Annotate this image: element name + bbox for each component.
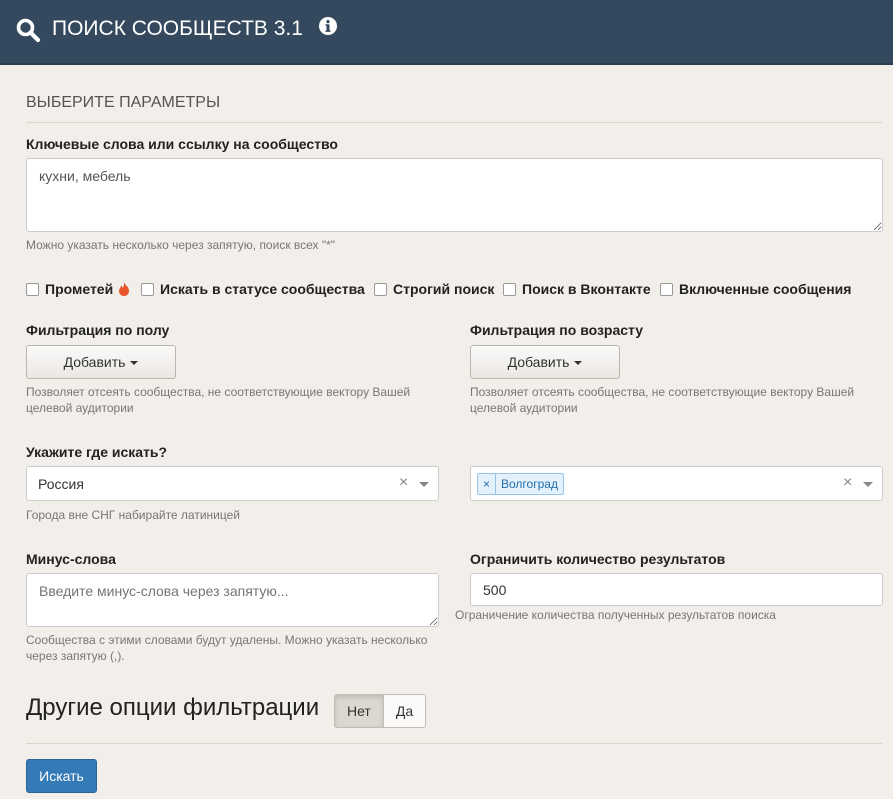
checkbox-box[interactable]	[141, 282, 154, 296]
gender-filter-help: Позволяет отсеять сообщества, не соответ…	[26, 385, 411, 415]
clear-icon[interactable]: ×	[843, 474, 852, 492]
city-tag-label: Волгоград	[501, 477, 558, 491]
checkbox-label: Искать в статусе сообщества	[160, 281, 365, 297]
chevron-down-icon[interactable]	[863, 482, 873, 487]
toggle-yes[interactable]: Да	[383, 694, 427, 728]
age-filter-label: Фильтрация по возрасту	[470, 322, 644, 338]
other-options-label: Другие опции фильтрации	[26, 694, 320, 721]
toggle-no[interactable]: Нет	[334, 694, 384, 728]
checkbox-label: Прометей	[45, 281, 114, 297]
country-select[interactable]: Россия ×	[26, 466, 439, 501]
remove-tag-icon[interactable]: ×	[478, 474, 497, 494]
gender-add-label: Добавить	[63, 354, 126, 370]
checkbox-enabled-messages[interactable]: Включенные сообщения	[660, 281, 851, 297]
divider	[26, 122, 882, 123]
caret-down-icon	[574, 361, 583, 365]
keywords-help: Можно указать несколько через запятую, п…	[26, 238, 336, 252]
search-icon	[16, 18, 41, 43]
checkbox-prometheus[interactable]: Прометей	[26, 281, 130, 297]
flame-icon	[119, 282, 130, 296]
city-tag: × Волгоград	[477, 473, 564, 495]
app-header: ПОИСК СООБЩЕСТВ 3.1	[0, 0, 893, 65]
checkbox-box[interactable]	[660, 282, 673, 296]
city-multiselect[interactable]: × Волгоград ×	[470, 466, 883, 501]
age-add-label: Добавить	[507, 354, 570, 370]
minus-words-label: Минус-слова	[26, 551, 116, 567]
limit-help: Ограничение количества полученных резуль…	[455, 608, 776, 622]
clear-icon[interactable]: ×	[399, 474, 408, 492]
chevron-down-icon[interactable]	[419, 482, 429, 487]
age-add-button[interactable]: Добавить	[470, 345, 620, 379]
country-value: Россия	[38, 476, 84, 492]
age-filter-help: Позволяет отсеять сообщества, не соответ…	[470, 385, 855, 415]
caret-down-icon	[130, 361, 139, 365]
checkbox-label: Включенные сообщения	[679, 281, 852, 297]
location-label: Укажите где искать?	[26, 444, 168, 460]
minus-words-help: Сообщества с этими словами будут удалены…	[26, 633, 428, 663]
checkbox-box[interactable]	[503, 282, 516, 296]
checkbox-box[interactable]	[26, 282, 39, 296]
other-options-toggle: Нет Да	[334, 694, 427, 728]
page-title: ПОИСК СООБЩЕСТВ 3.1	[52, 17, 303, 40]
checkbox-label: Строгий поиск	[393, 281, 495, 297]
checkbox-box[interactable]	[374, 282, 387, 296]
checkbox-vk-search[interactable]: Поиск в Вконтакте	[503, 281, 651, 297]
info-icon[interactable]	[319, 17, 337, 35]
section-title: ВЫБЕРИТЕ ПАРАМЕТРЫ	[26, 94, 221, 111]
checkbox-search-status[interactable]: Искать в статусе сообщества	[141, 281, 365, 297]
limit-input[interactable]	[470, 573, 883, 606]
minus-words-input[interactable]	[26, 573, 439, 627]
keywords-input[interactable]: кухни, мебель	[26, 158, 883, 232]
checkbox-label: Поиск в Вконтакте	[522, 281, 651, 297]
checkbox-strict-search[interactable]: Строгий поиск	[374, 281, 494, 297]
gender-add-button[interactable]: Добавить	[26, 345, 176, 379]
keywords-label: Ключевые слова или ссылку на сообщество	[26, 136, 338, 152]
gender-filter-label: Фильтрация по полу	[26, 322, 170, 338]
limit-label: Ограничить количество результатов	[470, 551, 726, 567]
location-help: Города вне СНГ набирайте латиницей	[26, 508, 240, 522]
search-button[interactable]: Искать	[26, 759, 97, 793]
divider	[26, 743, 882, 744]
